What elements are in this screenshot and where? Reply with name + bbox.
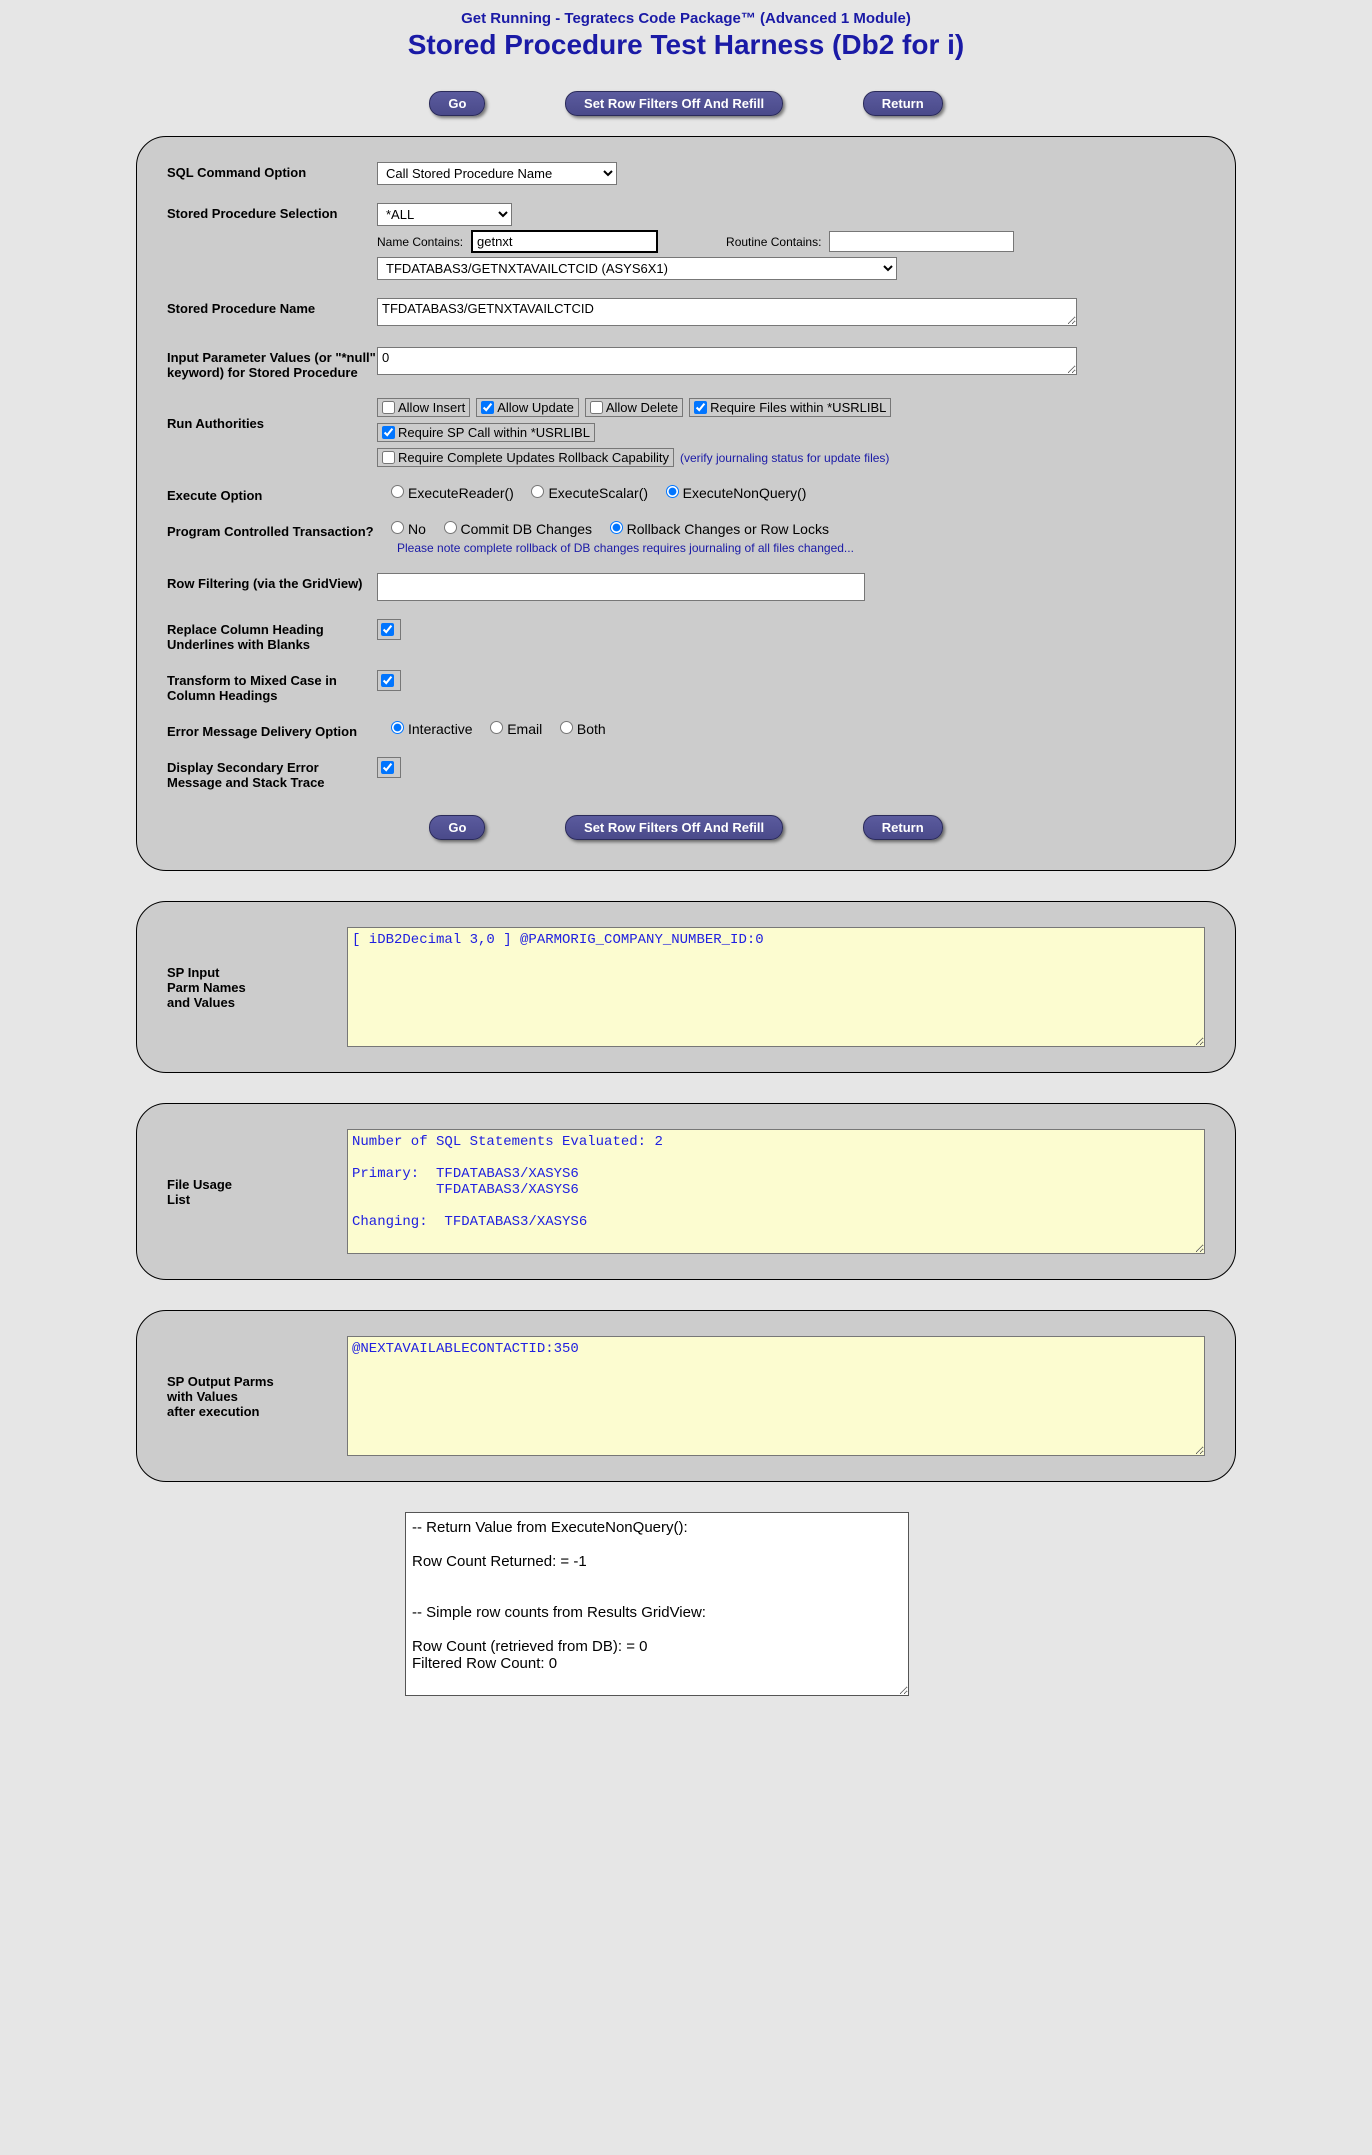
display-secondary-checkbox[interactable] (381, 761, 394, 774)
allow-insert-box[interactable]: Allow Insert (377, 398, 470, 417)
err-both-radio[interactable] (560, 721, 573, 734)
name-contains-label: Name Contains: (377, 235, 463, 249)
allow-delete-checkbox[interactable] (590, 401, 603, 414)
sp-output-parm-label: SP Output Parms with Values after execut… (167, 1374, 347, 1419)
allow-update-checkbox[interactable] (481, 401, 494, 414)
require-rollback-checkbox[interactable] (382, 451, 395, 464)
file-usage-textarea[interactable]: Number of SQL Statements Evaluated: 2 Pr… (347, 1129, 1205, 1254)
sp-output-parm-textarea[interactable]: @NEXTAVAILABLECONTACTID:350 (347, 1336, 1205, 1456)
set-row-filters-button-bottom[interactable]: Set Row Filters Off And Refill (565, 815, 783, 840)
exec-reader-label: ExecuteReader() (408, 485, 514, 501)
exec-nonquery-radio[interactable] (666, 485, 679, 498)
mixed-case-checkbox[interactable] (381, 674, 394, 687)
transaction-label: Program Controlled Transaction? (167, 521, 377, 539)
require-rollback-box[interactable]: Require Complete Updates Rollback Capabi… (377, 448, 674, 467)
require-sp-box[interactable]: Require SP Call within *USRLIBL (377, 423, 595, 442)
row-filtering-input[interactable] (377, 573, 865, 601)
sp-selection-scope-select[interactable]: *ALL (377, 203, 512, 226)
err-interactive-label: Interactive (408, 721, 473, 737)
display-secondary-label: Display Secondary Error Message and Stac… (167, 757, 377, 790)
replace-underline-box[interactable] (377, 619, 401, 640)
replace-underline-label: Replace Column Heading Underlines with B… (167, 619, 377, 652)
execute-option-label: Execute Option (167, 485, 377, 503)
return-button[interactable]: Return (863, 91, 943, 116)
mixed-case-label: Transform to Mixed Case in Column Headin… (167, 670, 377, 703)
sql-command-option-select[interactable]: Call Stored Procedure Name (377, 162, 617, 185)
err-both-label: Both (577, 721, 606, 737)
set-row-filters-button[interactable]: Set Row Filters Off And Refill (565, 91, 783, 116)
routine-contains-label: Routine Contains: (726, 235, 821, 249)
sp-input-parm-label: SP Input Parm Names and Values (167, 965, 347, 1010)
display-secondary-box[interactable] (377, 757, 401, 778)
go-button[interactable]: Go (429, 91, 485, 116)
trans-no-label: No (408, 521, 426, 537)
return-button-bottom[interactable]: Return (863, 815, 943, 840)
stored-procedure-name-label: Stored Procedure Name (167, 298, 377, 316)
error-delivery-label: Error Message Delivery Option (167, 721, 377, 739)
exec-scalar-label: ExecuteScalar() (548, 485, 648, 501)
replace-underline-checkbox[interactable] (381, 623, 394, 636)
err-email-label: Email (507, 721, 542, 737)
top-button-row: Go Set Row Filters Off And Refill Return (0, 91, 1372, 116)
allow-delete-box[interactable]: Allow Delete (585, 398, 683, 417)
exec-nonquery-label: ExecuteNonQuery() (683, 485, 807, 501)
input-param-values-input[interactable]: 0 (377, 347, 1077, 375)
page-subtitle: Get Running - Tegratecs Code Package™ (A… (0, 10, 1372, 27)
stored-procedure-selection-label: Stored Procedure Selection (167, 203, 377, 221)
bottom-button-row: Go Set Row Filters Off And Refill Return (167, 815, 1205, 840)
input-param-values-label: Input Parameter Values (or "*null" keywo… (167, 347, 377, 380)
sp-input-parm-textarea[interactable]: [ iDB2Decimal 3,0 ] @PARMORIG_COMPANY_NU… (347, 927, 1205, 1047)
allow-insert-checkbox[interactable] (382, 401, 395, 414)
sp-output-parm-panel: SP Output Parms with Values after execut… (136, 1310, 1236, 1482)
file-usage-panel: File Usage List Number of SQL Statements… (136, 1103, 1236, 1280)
trans-commit-label: Commit DB Changes (461, 521, 593, 537)
exec-reader-radio[interactable] (391, 485, 404, 498)
row-filtering-label: Row Filtering (via the GridView) (167, 573, 377, 591)
err-email-radio[interactable] (490, 721, 503, 734)
routine-contains-input[interactable] (829, 231, 1014, 252)
page-title: Stored Procedure Test Harness (Db2 for i… (0, 29, 1372, 61)
trans-no-radio[interactable] (391, 521, 404, 534)
sql-command-option-label: SQL Command Option (167, 162, 377, 180)
mixed-case-box[interactable] (377, 670, 401, 691)
trans-rollback-radio[interactable] (610, 521, 623, 534)
main-form-panel: SQL Command Option Call Stored Procedure… (136, 136, 1236, 871)
trans-note-text: Please note complete rollback of DB chan… (397, 541, 1205, 555)
sp-input-parm-panel: SP Input Parm Names and Values [ iDB2Dec… (136, 901, 1236, 1073)
journal-note-text: (verify journaling status for update fil… (680, 451, 889, 465)
run-authorities-label: Run Authorities (167, 398, 377, 431)
go-button-bottom[interactable]: Go (429, 815, 485, 840)
exec-scalar-radio[interactable] (531, 485, 544, 498)
final-results-textarea[interactable]: -- Return Value from ExecuteNonQuery(): … (405, 1512, 909, 1696)
name-contains-input[interactable] (471, 230, 658, 253)
require-files-box[interactable]: Require Files within *USRLIBL (689, 398, 891, 417)
err-interactive-radio[interactable] (391, 721, 404, 734)
file-usage-label: File Usage List (167, 1177, 347, 1207)
trans-commit-radio[interactable] (444, 521, 457, 534)
require-files-checkbox[interactable] (694, 401, 707, 414)
trans-rollback-label: Rollback Changes or Row Locks (627, 521, 829, 537)
sp-selection-procedure-select[interactable]: TFDATABAS3/GETNXTAVAILCTCID (ASYS6X1) (377, 257, 897, 280)
require-sp-checkbox[interactable] (382, 426, 395, 439)
stored-procedure-name-input[interactable]: TFDATABAS3/GETNXTAVAILCTCID (377, 298, 1077, 326)
allow-update-box[interactable]: Allow Update (476, 398, 579, 417)
